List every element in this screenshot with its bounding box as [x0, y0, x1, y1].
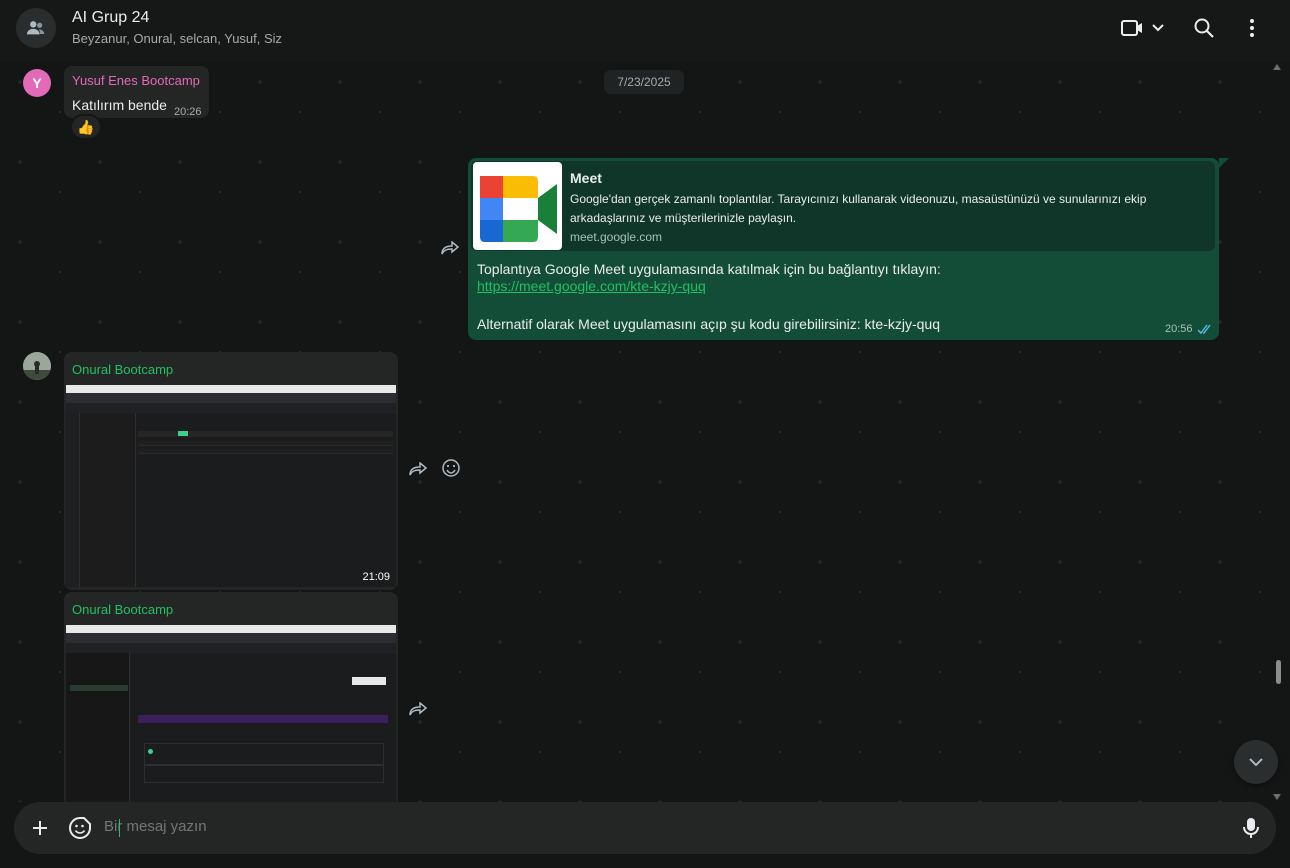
message-bubble[interactable]: Yusuf Enes Bootcamp Katılırım bende 20:2…	[64, 66, 209, 118]
screenshot-tabbar	[66, 633, 396, 643]
sender-name[interactable]: Yusuf Enes Bootcamp	[72, 73, 200, 88]
video-call-button[interactable]	[1118, 14, 1168, 42]
message-bubble-outgoing[interactable]: Meet Google'dan gerçek zamanlı toplantıl…	[468, 158, 1219, 340]
screenshot-sidebar-active	[70, 685, 128, 691]
screenshot-navbar	[66, 403, 396, 413]
message-text: Toplantıya Google Meet uygulamasında kat…	[477, 261, 941, 277]
screenshot-table-row	[138, 449, 393, 454]
attach-button[interactable]	[28, 816, 52, 840]
double-check-icon	[1197, 324, 1211, 335]
search-icon	[1194, 18, 1214, 38]
sticker-icon	[69, 817, 91, 839]
thumbs-up-icon: 👍	[77, 118, 95, 135]
screenshot-banner	[138, 715, 388, 723]
message-list[interactable]: 7/23/2025 Y Yusuf Enes Bootcamp Katılırı…	[0, 62, 1290, 802]
screenshot-table-row	[138, 441, 393, 446]
group-icon	[26, 21, 45, 35]
chat-title[interactable]: AI Grup 24	[72, 9, 149, 27]
screenshot-sidebar	[66, 653, 130, 802]
emoji-icon	[442, 459, 460, 477]
screenshot-insert-button	[178, 431, 188, 436]
screenshot-status-dot	[148, 749, 153, 754]
more-vertical-icon	[1250, 19, 1254, 37]
message-time: 20:56	[1165, 323, 1193, 335]
message-bubble[interactable]: Onural Bootcamp	[64, 592, 398, 802]
microphone-icon	[1243, 818, 1259, 838]
image-attachment[interactable]: 21:09	[66, 385, 396, 587]
screenshot-tabbar	[66, 393, 396, 403]
sender-name[interactable]: Onural Bootcamp	[72, 362, 173, 377]
reaction-badge[interactable]: 👍	[70, 114, 102, 140]
screenshot-button	[352, 677, 386, 685]
screenshot-event-row	[144, 765, 384, 783]
screenshot-navbar	[66, 643, 396, 653]
group-avatar[interactable]	[16, 8, 56, 48]
composer	[0, 802, 1290, 868]
message-bubble[interactable]: Onural Bootcamp 21:09	[64, 352, 398, 590]
search-button[interactable]	[1190, 14, 1218, 42]
message-text: Katılırım bende	[72, 97, 167, 113]
screenshot-panel	[80, 413, 136, 587]
link-preview[interactable]: Meet Google'dan gerçek zamanlı toplantıl…	[471, 161, 1215, 251]
message-input[interactable]	[104, 818, 1204, 835]
google-meet-icon	[480, 176, 557, 242]
chevron-down-icon	[1249, 758, 1263, 767]
screenshot-event-row	[144, 743, 384, 765]
avatar[interactable]	[23, 352, 51, 380]
text-caret	[119, 819, 120, 837]
screenshot-sidebar	[66, 413, 80, 587]
video-camera-icon	[1121, 20, 1142, 36]
forward-icon	[409, 702, 428, 716]
react-button[interactable]	[440, 459, 462, 477]
message-time: 21:09	[362, 571, 390, 583]
link-domain: meet.google.com	[570, 230, 663, 244]
chevron-down-icon	[1152, 24, 1164, 32]
link-title[interactable]: Meet	[570, 170, 602, 186]
meet-logo	[473, 162, 562, 250]
chat-members[interactable]: Beyzanur, Onural, selcan, Yusuf, Siz	[72, 31, 282, 46]
scroll-down-arrow-icon[interactable]	[1273, 794, 1281, 800]
forward-icon	[409, 462, 428, 476]
chat-header: AI Grup 24 Beyzanur, Onural, selcan, Yus…	[0, 0, 1290, 62]
message-link[interactable]: https://meet.google.com/kte-kzjy-quq	[477, 278, 706, 294]
forward-button[interactable]	[439, 239, 461, 257]
composer-box	[14, 802, 1276, 854]
screenshot-table-header	[138, 431, 393, 437]
scrollbar-thumb[interactable]	[1276, 660, 1281, 684]
date-separator: 7/23/2025	[604, 70, 684, 94]
user-photo-icon	[23, 352, 51, 380]
avatar[interactable]: Y	[23, 69, 51, 97]
voice-message-button[interactable]	[1240, 816, 1262, 840]
plus-icon	[33, 821, 47, 835]
message-text: Alternatif olarak Meet uygulamasını açıp…	[477, 316, 940, 332]
screenshot-menubar	[66, 385, 396, 393]
scrollbar[interactable]	[1273, 62, 1286, 802]
forward-button[interactable]	[407, 700, 429, 718]
link-description: Google'dan gerçek zamanlı toplantılar. T…	[570, 192, 1147, 225]
forward-icon	[441, 241, 460, 255]
scroll-up-arrow-icon[interactable]	[1273, 64, 1281, 70]
forward-button[interactable]	[407, 460, 429, 478]
sticker-button[interactable]	[67, 815, 93, 841]
sender-name[interactable]: Onural Bootcamp	[72, 602, 173, 617]
screenshot-menubar	[66, 625, 396, 633]
message-time: 20:26	[174, 106, 202, 118]
scroll-to-bottom-button[interactable]	[1234, 740, 1278, 784]
menu-button[interactable]	[1240, 14, 1264, 42]
image-attachment[interactable]	[66, 625, 396, 802]
bubble-tail	[1219, 158, 1229, 168]
